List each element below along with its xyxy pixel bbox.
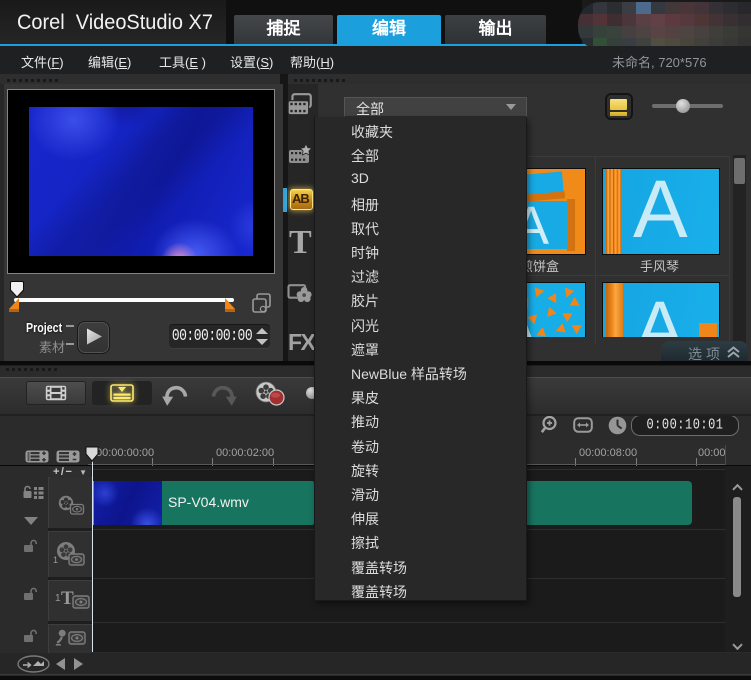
svg-text:1: 1: [53, 555, 58, 565]
